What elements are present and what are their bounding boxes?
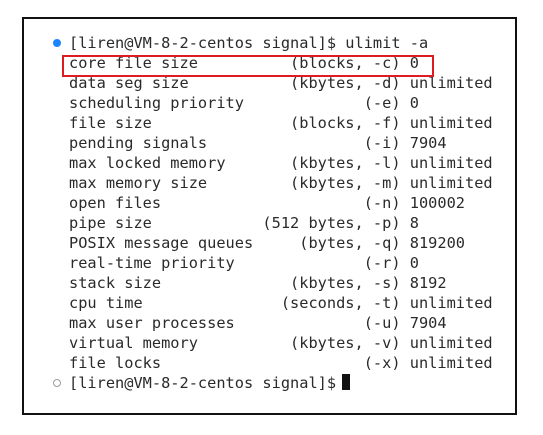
- ulimit-row-real-time-priority: real-time priority (-r) 0: [69, 254, 419, 272]
- ulimit-row-max-memory-size: max memory size (kbytes, -m) unlimited: [69, 174, 493, 192]
- text-cursor: [342, 374, 351, 390]
- ulimit-row-scheduling-priority: scheduling priority (-e) 0: [69, 94, 419, 112]
- prompt-status-dot-icon: [53, 379, 61, 387]
- ulimit-row-pipe-size: pipe size (512 bytes, -p) 8: [69, 214, 419, 232]
- screenshot-frame: [liren@VM-8-2-centos signal]$ ulimit -a …: [22, 17, 517, 415]
- ulimit-row-max-user-processes: max user processes (-u) 7904: [69, 314, 447, 332]
- ulimit-row-max-locked-memory: max locked memory (kbytes, -l) unlimited: [69, 154, 493, 172]
- ulimit-row-file-locks: file locks (-x) unlimited: [69, 354, 493, 372]
- terminal-output[interactable]: [liren@VM-8-2-centos signal]$ ulimit -a …: [24, 19, 515, 413]
- shell-prompt: [liren@VM-8-2-centos signal]$: [69, 374, 337, 392]
- prompt-line[interactable]: [liren@VM-8-2-centos signal]$: [69, 373, 351, 393]
- command-line: [liren@VM-8-2-centos signal]$ ulimit -a: [69, 34, 429, 52]
- ulimit-row-open-files: open files (-n) 100002: [69, 194, 466, 212]
- ulimit-row-stack-size: stack size (kbytes, -s) 8192: [69, 274, 447, 292]
- ulimit-row-posix-message-queues: POSIX message queues (bytes, -q) 819200: [69, 234, 466, 252]
- highlight-annotation-box: [62, 55, 434, 77]
- command-status-dot-icon: [53, 39, 61, 47]
- ulimit-row-cpu-time: cpu time (seconds, -t) unlimited: [69, 294, 493, 312]
- ulimit-row-pending-signals: pending signals (-i) 7904: [69, 134, 447, 152]
- ulimit-row-virtual-memory: virtual memory (kbytes, -v) unlimited: [69, 334, 493, 352]
- ulimit-row-file-size: file size (blocks, -f) unlimited: [69, 114, 493, 132]
